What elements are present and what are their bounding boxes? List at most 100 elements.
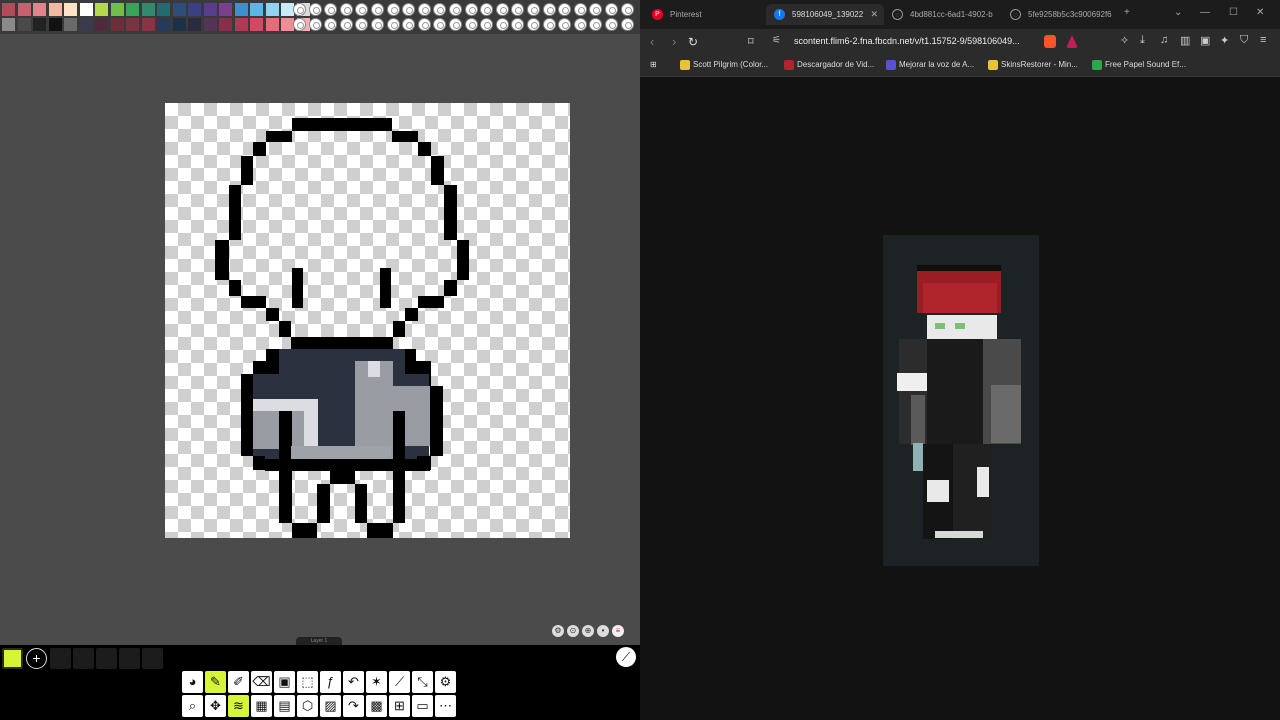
color-swatch[interactable] <box>2 3 15 16</box>
empty-swatch[interactable] <box>558 3 572 16</box>
frame-slot[interactable] <box>73 648 94 669</box>
palette-icon[interactable]: ◕ <box>182 671 203 693</box>
frame-slot[interactable] <box>96 648 117 669</box>
color-swatch[interactable] <box>2 18 15 31</box>
color-swatch[interactable] <box>141 3 155 16</box>
color-swatch[interactable] <box>17 3 31 16</box>
close-window-icon[interactable]: ✕ <box>1256 7 1264 18</box>
sidebar-icon[interactable]: ▥ <box>1180 34 1190 47</box>
color-swatch[interactable] <box>265 3 279 16</box>
color-swatch[interactable] <box>203 18 217 31</box>
bookmark-item[interactable]: Free Papel Sound Ef... <box>1092 60 1186 70</box>
window-icon[interactable]: ▭ <box>412 695 433 717</box>
frame-slot[interactable] <box>142 648 163 669</box>
bookmark-item[interactable]: SkinsRestorer - Min... <box>988 60 1078 70</box>
film-icon[interactable]: ▦ <box>251 695 272 717</box>
tab-pinterest[interactable]: P Pinterest <box>644 4 762 25</box>
empty-swatch[interactable] <box>355 3 369 16</box>
empty-swatch[interactable] <box>589 3 603 16</box>
color-swatch[interactable] <box>250 3 263 16</box>
drawing-canvas[interactable] <box>165 103 570 538</box>
color-swatch[interactable] <box>110 3 124 16</box>
dropper-icon[interactable]: ⤡ <box>412 671 433 693</box>
empty-swatch[interactable] <box>605 3 618 16</box>
color-swatch[interactable] <box>219 3 232 16</box>
new-tab-icon[interactable]: + <box>1124 7 1130 18</box>
color-swatch[interactable] <box>157 18 170 31</box>
color-swatch[interactable] <box>250 18 263 31</box>
empty-swatch[interactable] <box>480 18 494 31</box>
brave-shields-icon[interactable] <box>1044 35 1056 48</box>
color-swatch[interactable] <box>141 18 155 31</box>
empty-swatch[interactable] <box>293 18 306 31</box>
color-swatch[interactable] <box>79 18 93 31</box>
empty-swatch[interactable] <box>558 18 572 31</box>
empty-swatch[interactable] <box>449 3 462 16</box>
color-swatch[interactable] <box>219 18 232 31</box>
color-swatch[interactable] <box>157 3 170 16</box>
tab-image-2[interactable]: ◌ 4bd881cc-6ad1-4902-b <box>884 4 1000 25</box>
color-swatch[interactable] <box>48 18 62 31</box>
empty-swatch[interactable] <box>527 18 540 31</box>
leo-icon[interactable]: ✦ <box>1220 34 1229 47</box>
empty-swatch[interactable] <box>449 18 462 31</box>
color-swatch[interactable] <box>188 3 201 16</box>
color-swatch[interactable] <box>203 3 217 16</box>
vpn-icon[interactable]: ⛉ <box>1240 34 1248 47</box>
pattern-icon[interactable]: ▩ <box>366 695 387 717</box>
empty-swatch[interactable] <box>495 18 509 31</box>
empty-swatch[interactable] <box>308 3 322 16</box>
empty-swatch[interactable] <box>573 3 587 16</box>
empty-swatch[interactable] <box>355 18 369 31</box>
empty-swatch[interactable] <box>417 3 431 16</box>
color-swatch[interactable] <box>234 18 248 31</box>
color-swatch[interactable] <box>95 3 108 16</box>
color-swatch[interactable] <box>64 18 77 31</box>
close-tab-icon[interactable]: ✕ <box>870 4 878 25</box>
zoom-icon[interactable]: ⌕ <box>182 695 203 717</box>
download-icon[interactable]: ⤓ <box>1140 34 1145 47</box>
color-swatch[interactable] <box>126 3 139 16</box>
color-swatch[interactable] <box>172 3 186 16</box>
empty-swatch[interactable] <box>511 18 525 31</box>
bookmark-icon[interactable]: ⌑ <box>748 35 754 48</box>
empty-swatch[interactable] <box>293 3 306 16</box>
color-swatch[interactable] <box>126 18 139 31</box>
grid-mini-icon[interactable]: ⊕ <box>582 625 594 637</box>
empty-swatch[interactable] <box>433 3 447 16</box>
empty-swatch[interactable] <box>573 18 587 31</box>
settings-mini-icon[interactable]: ⚙ <box>552 625 564 637</box>
maximize-icon[interactable]: ☐ <box>1229 7 1238 18</box>
frame-slot[interactable] <box>50 648 71 669</box>
menu-icon[interactable]: ≡ <box>1260 34 1266 46</box>
back-icon[interactable]: ‹ <box>650 34 654 49</box>
more-icon[interactable]: ⋯ <box>435 695 456 717</box>
undo-icon[interactable]: ↶ <box>343 671 364 693</box>
tab-list-icon[interactable]: ⌄ <box>1174 7 1182 18</box>
color-swatch[interactable] <box>188 18 201 31</box>
menu-icon[interactable]: ≡ <box>612 625 624 637</box>
gear-icon[interactable]: ⚙ <box>435 671 456 693</box>
color-swatch[interactable] <box>33 18 46 31</box>
apps-icon[interactable]: ⊞ <box>650 60 657 69</box>
bookmark-item[interactable]: Scott Pilgrim (Color... <box>680 60 768 70</box>
hexagon-icon[interactable]: ⬡ <box>297 695 318 717</box>
layers-icon[interactable]: ≋ <box>228 695 249 717</box>
empty-swatch[interactable] <box>386 3 400 16</box>
image-icon[interactable]: ▨ <box>320 695 341 717</box>
redo-icon[interactable]: ↷ <box>343 695 364 717</box>
pencil-icon[interactable]: ✎ <box>205 671 226 693</box>
more-mini-icon[interactable]: • <box>597 625 609 637</box>
frame-thumbnail[interactable] <box>2 648 23 669</box>
empty-swatch[interactable] <box>417 18 431 31</box>
site-info-icon[interactable]: ⚟ <box>772 35 781 46</box>
move-icon[interactable]: ✥ <box>205 695 226 717</box>
empty-swatch[interactable] <box>402 3 416 16</box>
empty-swatch[interactable] <box>620 18 634 31</box>
empty-swatch[interactable] <box>589 18 603 31</box>
minimize-icon[interactable]: — <box>1200 7 1210 18</box>
eraser-icon[interactable]: ⌫ <box>251 671 272 693</box>
empty-swatch[interactable] <box>542 18 556 31</box>
empty-swatch[interactable] <box>480 3 494 16</box>
empty-swatch[interactable] <box>324 18 338 31</box>
